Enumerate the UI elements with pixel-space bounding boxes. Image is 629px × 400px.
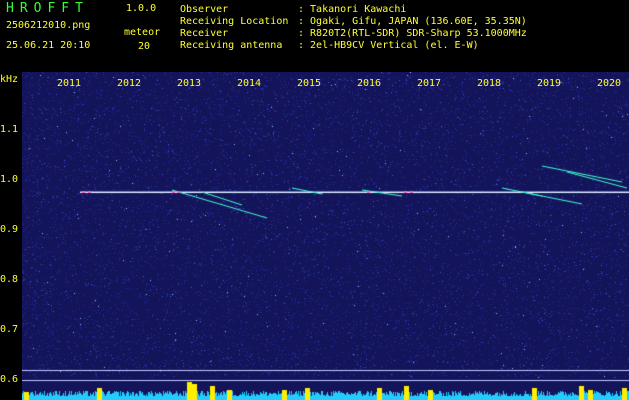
y-tick-label: 0.9 bbox=[0, 224, 19, 235]
y-tick-label: 0.8 bbox=[0, 274, 19, 285]
info-key: Receiving Location bbox=[180, 16, 289, 27]
y-tick-label: 1.1 bbox=[0, 124, 19, 135]
info-key: Receiver bbox=[180, 28, 229, 39]
info-row-observer: Observer : Takanori Kawachi bbox=[180, 4, 527, 16]
info-key: Receiving antenna bbox=[180, 40, 283, 51]
y-tick-label: 1.0 bbox=[0, 174, 19, 185]
info-row-antenna: Receiving antenna : 2el-HB9CV Vertical (e… bbox=[180, 40, 527, 52]
time-tick-label: 2015 bbox=[297, 78, 322, 89]
station-info: Observer : Takanori Kawachi Receiving Loc… bbox=[180, 4, 527, 52]
meteor-label: meteor bbox=[124, 27, 161, 38]
time-tick-label: 2014 bbox=[237, 78, 262, 89]
header-panel: HROFFT 1.0.0 2506212010.png 25.06.21 20:… bbox=[0, 0, 629, 72]
info-key: Observer bbox=[180, 4, 229, 15]
info-value: : Ogaki, Gifu, JAPAN (136.60E, 35.35N) bbox=[298, 16, 527, 27]
y-axis-unit: kHz bbox=[0, 74, 19, 85]
app-title: HROFFT bbox=[6, 1, 89, 16]
time-tick-label: 2018 bbox=[477, 78, 502, 89]
app-version: 1.0.0 bbox=[126, 3, 157, 14]
time-tick-label: 2020 bbox=[597, 78, 622, 89]
spectrogram bbox=[22, 72, 629, 400]
info-value: : Takanori Kawachi bbox=[298, 4, 407, 15]
y-tick-label: 0.6 bbox=[0, 374, 19, 385]
time-tick-label: 2017 bbox=[417, 78, 442, 89]
time-tick-label: 2011 bbox=[57, 78, 82, 89]
info-value: : R820T2(RTL-SDR) SDR-Sharp 53.1000MHz bbox=[298, 28, 527, 39]
info-row-location: Receiving Location : Ogaki, Gifu, JAPAN (… bbox=[180, 16, 527, 28]
time-tick-label: 2016 bbox=[357, 78, 382, 89]
time-tick-label: 2019 bbox=[537, 78, 562, 89]
meteor-count: 20 bbox=[138, 41, 151, 52]
file-name: 2506212010.png bbox=[6, 20, 91, 31]
info-row-receiver: Receiver : R820T2(RTL-SDR) SDR-Sharp 53.1… bbox=[180, 28, 527, 40]
y-tick-label: 0.7 bbox=[0, 324, 19, 335]
capture-datetime: 25.06.21 20:10 bbox=[6, 40, 91, 51]
time-tick-label: 2013 bbox=[177, 78, 202, 89]
time-tick-label: 2012 bbox=[117, 78, 142, 89]
info-value: : 2el-HB9CV Vertical (el. E-W) bbox=[298, 40, 479, 51]
